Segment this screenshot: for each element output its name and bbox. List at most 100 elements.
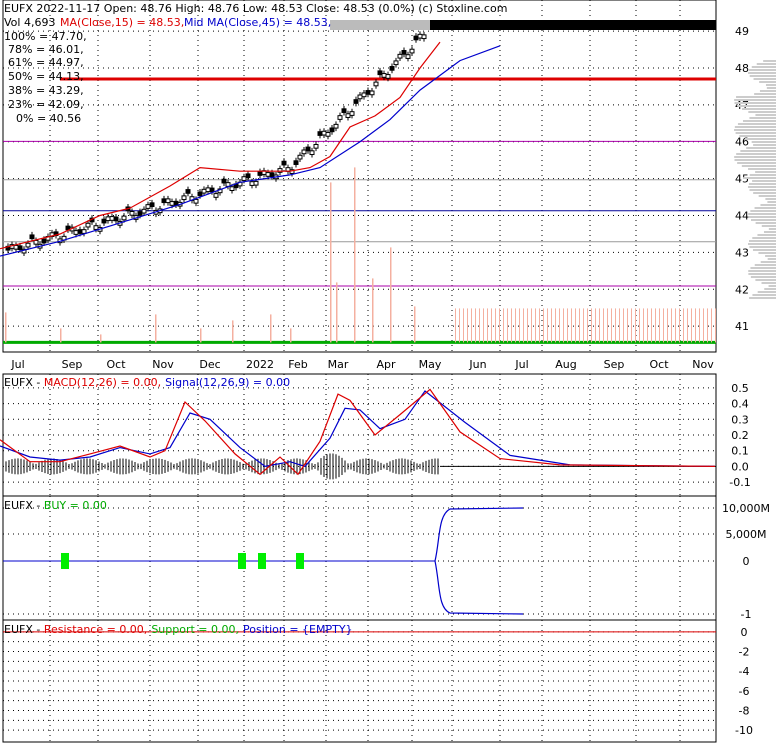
volume-profile-bar	[751, 141, 776, 143]
volume-bar	[643, 308, 644, 343]
candle-body	[81, 229, 87, 234]
month-label: Jul	[10, 358, 24, 371]
volume-profile-bar	[734, 129, 776, 131]
buy-y-tick: -1	[741, 608, 752, 621]
volume-bar	[631, 308, 632, 343]
candle-body	[25, 242, 31, 248]
volume-bar	[507, 308, 508, 343]
macd-y-tick: -0.1	[729, 476, 750, 489]
candle-body	[209, 187, 215, 193]
price-y-tick: 46	[735, 136, 749, 149]
candle-body	[385, 74, 391, 79]
volume-bar	[607, 308, 608, 343]
price-y-tick: 45	[735, 173, 749, 186]
candle-body	[393, 60, 399, 66]
candle-body	[317, 131, 323, 136]
volume-profile-bar	[749, 75, 776, 77]
candle-body	[221, 178, 227, 184]
candle-body	[165, 198, 171, 204]
candle-body	[349, 111, 355, 116]
candle-body	[409, 48, 415, 54]
candle-body	[381, 73, 387, 78]
candle-body	[41, 238, 47, 244]
volume-profile-bar	[757, 291, 776, 293]
candle-body	[181, 195, 187, 201]
resistance-y-tick: -8	[739, 705, 750, 718]
candle-body	[241, 176, 247, 181]
volume-bar	[651, 308, 652, 343]
volume-bar	[390, 247, 392, 343]
candle-body	[149, 202, 155, 208]
volume-bar	[671, 308, 672, 343]
volume-profile-bar	[744, 138, 776, 140]
volume-profile-bar	[734, 102, 776, 104]
candle-body	[129, 211, 135, 216]
macd-y-tick: 0.5	[731, 382, 749, 395]
volume-profile-bar	[753, 192, 776, 194]
volume-bar	[467, 308, 468, 343]
price-y-tick: 41	[735, 320, 749, 333]
volume-bar	[455, 308, 456, 343]
volume-profile-bar	[755, 171, 776, 173]
candle-body	[365, 90, 371, 95]
volume-bar	[591, 308, 592, 343]
volume-profile-bar	[739, 135, 776, 137]
volume-profile-bar	[763, 231, 776, 233]
candle-body	[245, 173, 251, 179]
candle-body	[413, 35, 419, 41]
macd-y-tick: 0.4	[731, 398, 749, 411]
ma15-label: MA(Close,15) = 48.53,	[60, 16, 184, 29]
volume-bar	[232, 320, 234, 343]
volume-profile-bar	[763, 60, 776, 62]
volume-bar	[531, 308, 532, 343]
volume-profile-bar	[748, 273, 776, 275]
fib-label-50: 50% = 44.13,	[8, 70, 84, 83]
resistance-y-tick: -6	[739, 685, 750, 698]
volume-bar	[414, 306, 416, 343]
candle-body	[281, 160, 287, 166]
volume-bar	[503, 308, 504, 343]
res-ticker: EUFX -	[4, 623, 44, 636]
volume-profile-bar	[756, 63, 776, 65]
volume-bar	[200, 328, 202, 343]
stock-chart: 414243444546474849JulSepOctNovDec2022Feb…	[0, 0, 776, 743]
candle-body	[253, 180, 259, 186]
candle-body	[13, 244, 19, 250]
candle-body	[325, 132, 331, 137]
volume-profile-bar	[753, 78, 776, 80]
volume-bar	[483, 308, 484, 343]
macd-y-tick: 0.1	[731, 445, 749, 458]
month-label: May	[419, 358, 442, 371]
fib-level-labels: 100% = 47.70, 78% = 46.01, 61% = 44.97, …	[4, 30, 87, 125]
buy-marker	[61, 553, 69, 569]
volume-profile-bar	[750, 210, 776, 212]
volume-bar	[567, 308, 568, 343]
volume-profile-bar	[765, 84, 776, 86]
volume-bar	[587, 308, 588, 343]
volume-bar	[270, 314, 272, 343]
price-layer: 414243444546474849JulSepOctNovDec2022Feb…	[0, 20, 776, 371]
volume-profile-bar	[749, 117, 776, 119]
volume-bar	[623, 308, 624, 343]
volume-profile-bar	[740, 150, 776, 152]
fib-label-61: 61% = 44.97,	[8, 56, 84, 69]
price-y-tick: 42	[735, 283, 749, 296]
buy-y-tick: 5,000M	[726, 528, 767, 541]
ma45-label: Mid MA(Close,45) = 48.53,	[184, 16, 331, 29]
volume-profile-bar	[748, 270, 776, 272]
volume-bar	[559, 308, 560, 343]
volume-profile-bar	[748, 168, 776, 170]
volume-profile-bar	[767, 258, 776, 260]
candle-body	[305, 146, 311, 152]
volume-profile-bar	[750, 267, 776, 269]
candle-body	[345, 113, 351, 118]
candle-body	[269, 172, 275, 177]
volume-bar	[619, 308, 620, 343]
price-y-tick: 44	[735, 210, 749, 223]
resistance-header: EUFX - Resistance = 0.00, Support = 0.00,…	[4, 623, 353, 636]
month-label: Dec	[199, 358, 220, 371]
volume-bar	[635, 308, 636, 343]
volume-bar	[543, 308, 544, 343]
volume-profile-bar	[760, 204, 776, 206]
volume-bar	[527, 308, 528, 343]
